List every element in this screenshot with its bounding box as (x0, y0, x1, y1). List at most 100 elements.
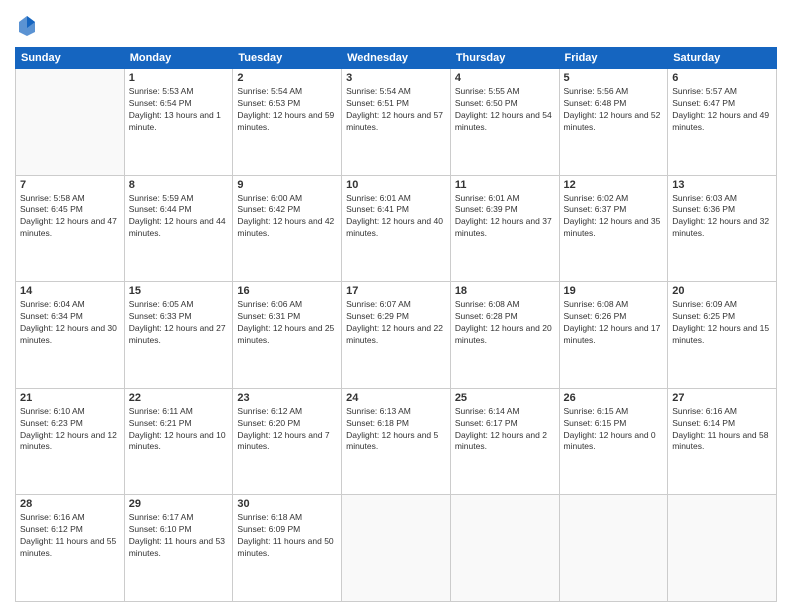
day-info: Sunrise: 6:16 AMSunset: 6:14 PMDaylight:… (672, 406, 772, 454)
calendar-cell: 8 Sunrise: 5:59 AMSunset: 6:44 PMDaylight… (124, 175, 233, 282)
calendar-week-row: 1 Sunrise: 5:53 AMSunset: 6:54 PMDaylight… (16, 69, 777, 176)
day-number: 7 (20, 179, 120, 191)
calendar-cell: 24Sunrise: 6:13 AMSunset: 6:18 PMDayligh… (342, 388, 451, 495)
logo (15, 14, 37, 41)
calendar-header-row: SundayMondayTuesdayWednesdayThursdayFrid… (16, 48, 777, 69)
calendar-cell: 28Sunrise: 6:16 AMSunset: 6:12 PMDayligh… (16, 495, 125, 602)
calendar-cell (668, 495, 777, 602)
day-number: 10 (346, 179, 446, 191)
calendar-table: SundayMondayTuesdayWednesdayThursdayFrid… (15, 47, 777, 602)
day-info: Sunrise: 6:01 AMSunset: 6:39 PMDaylight:… (455, 193, 555, 241)
day-info: Sunrise: 5:53 AMSunset: 6:54 PMDaylight:… (129, 86, 229, 134)
calendar-cell (450, 495, 559, 602)
day-info: Sunrise: 6:03 AMSunset: 6:36 PMDaylight:… (672, 193, 772, 241)
calendar-cell: 12 Sunrise: 6:02 AMSunset: 6:37 PMDayligh… (559, 175, 668, 282)
day-info: Sunrise: 6:09 AMSunset: 6:25 PMDaylight:… (672, 299, 772, 347)
logo-icon (17, 14, 37, 36)
day-number: 30 (237, 498, 337, 510)
day-info: Sunrise: 6:08 AMSunset: 6:28 PMDaylight:… (455, 299, 555, 347)
calendar-cell: 26 Sunrise: 6:15 AMSunset: 6:15 PMDayligh… (559, 388, 668, 495)
day-number: 1 (129, 72, 229, 84)
day-number: 5 (564, 72, 664, 84)
calendar-cell: 19 Sunrise: 6:08 AMSunset: 6:26 PMDayligh… (559, 282, 668, 389)
day-info: Sunrise: 5:54 AMSunset: 6:51 PMDaylight:… (346, 86, 446, 134)
day-info: Sunrise: 5:54 AMSunset: 6:53 PMDaylight:… (237, 86, 337, 134)
day-number: 29 (129, 498, 229, 510)
day-header-wednesday: Wednesday (342, 48, 451, 69)
calendar-cell: 1 Sunrise: 5:53 AMSunset: 6:54 PMDaylight… (124, 69, 233, 176)
calendar-cell: 27 Sunrise: 6:16 AMSunset: 6:14 PMDayligh… (668, 388, 777, 495)
day-number: 19 (564, 285, 664, 297)
day-number: 16 (237, 285, 337, 297)
calendar-cell: 5 Sunrise: 5:56 AMSunset: 6:48 PMDaylight… (559, 69, 668, 176)
day-info: Sunrise: 5:58 AMSunset: 6:45 PMDaylight:… (20, 193, 120, 241)
calendar-cell: 10 Sunrise: 6:01 AMSunset: 6:41 PMDayligh… (342, 175, 451, 282)
day-info: Sunrise: 6:06 AMSunset: 6:31 PMDaylight:… (237, 299, 337, 347)
calendar-cell: 6 Sunrise: 5:57 AMSunset: 6:47 PMDaylight… (668, 69, 777, 176)
day-header-saturday: Saturday (668, 48, 777, 69)
day-number: 20 (672, 285, 772, 297)
day-number: 18 (455, 285, 555, 297)
calendar-cell: 18 Sunrise: 6:08 AMSunset: 6:28 PMDayligh… (450, 282, 559, 389)
calendar-cell: 17 Sunrise: 6:07 AMSunset: 6:29 PMDayligh… (342, 282, 451, 389)
calendar-cell: 16 Sunrise: 6:06 AMSunset: 6:31 PMDayligh… (233, 282, 342, 389)
day-info: Sunrise: 6:13 AMSunset: 6:18 PMDaylight:… (346, 406, 446, 454)
calendar-cell (342, 495, 451, 602)
calendar-cell: 9Sunrise: 6:00 AMSunset: 6:42 PMDaylight… (233, 175, 342, 282)
calendar-cell: 30 Sunrise: 6:18 AMSunset: 6:09 PMDayligh… (233, 495, 342, 602)
calendar-cell: 20 Sunrise: 6:09 AMSunset: 6:25 PMDayligh… (668, 282, 777, 389)
day-number: 12 (564, 179, 664, 191)
day-info: Sunrise: 5:56 AMSunset: 6:48 PMDaylight:… (564, 86, 664, 134)
day-info: Sunrise: 6:18 AMSunset: 6:09 PMDaylight:… (237, 512, 337, 560)
calendar-cell: 7 Sunrise: 5:58 AMSunset: 6:45 PMDaylight… (16, 175, 125, 282)
calendar-cell: 15 Sunrise: 6:05 AMSunset: 6:33 PMDayligh… (124, 282, 233, 389)
calendar-cell: 25Sunrise: 6:14 AMSunset: 6:17 PMDayligh… (450, 388, 559, 495)
calendar-cell: 29 Sunrise: 6:17 AMSunset: 6:10 PMDayligh… (124, 495, 233, 602)
calendar-cell: 21 Sunrise: 6:10 AMSunset: 6:23 PMDayligh… (16, 388, 125, 495)
calendar-cell: 11Sunrise: 6:01 AMSunset: 6:39 PMDayligh… (450, 175, 559, 282)
day-number: 3 (346, 72, 446, 84)
day-number: 22 (129, 392, 229, 404)
day-info: Sunrise: 6:01 AMSunset: 6:41 PMDaylight:… (346, 193, 446, 241)
day-info: Sunrise: 6:14 AMSunset: 6:17 PMDaylight:… (455, 406, 555, 454)
day-info: Sunrise: 5:57 AMSunset: 6:47 PMDaylight:… (672, 86, 772, 134)
calendar-cell: 2 Sunrise: 5:54 AMSunset: 6:53 PMDaylight… (233, 69, 342, 176)
calendar-week-row: 7 Sunrise: 5:58 AMSunset: 6:45 PMDaylight… (16, 175, 777, 282)
day-header-friday: Friday (559, 48, 668, 69)
calendar-cell: 14Sunrise: 6:04 AMSunset: 6:34 PMDayligh… (16, 282, 125, 389)
day-number: 23 (237, 392, 337, 404)
calendar-cell (16, 69, 125, 176)
day-info: Sunrise: 6:02 AMSunset: 6:37 PMDaylight:… (564, 193, 664, 241)
day-number: 26 (564, 392, 664, 404)
day-info: Sunrise: 5:59 AMSunset: 6:44 PMDaylight:… (129, 193, 229, 241)
day-info: Sunrise: 6:12 AMSunset: 6:20 PMDaylight:… (237, 406, 337, 454)
day-number: 28 (20, 498, 120, 510)
day-info: Sunrise: 6:00 AMSunset: 6:42 PMDaylight:… (237, 193, 337, 241)
day-info: Sunrise: 6:08 AMSunset: 6:26 PMDaylight:… (564, 299, 664, 347)
calendar-week-row: 21 Sunrise: 6:10 AMSunset: 6:23 PMDayligh… (16, 388, 777, 495)
day-number: 13 (672, 179, 772, 191)
calendar-cell: 3 Sunrise: 5:54 AMSunset: 6:51 PMDaylight… (342, 69, 451, 176)
day-info: Sunrise: 5:55 AMSunset: 6:50 PMDaylight:… (455, 86, 555, 134)
day-number: 8 (129, 179, 229, 191)
day-header-thursday: Thursday (450, 48, 559, 69)
header (15, 10, 777, 41)
day-number: 2 (237, 72, 337, 84)
calendar-page: SundayMondayTuesdayWednesdayThursdayFrid… (0, 0, 792, 612)
day-info: Sunrise: 6:04 AMSunset: 6:34 PMDaylight:… (20, 299, 120, 347)
day-number: 4 (455, 72, 555, 84)
day-info: Sunrise: 6:10 AMSunset: 6:23 PMDaylight:… (20, 406, 120, 454)
day-number: 17 (346, 285, 446, 297)
day-number: 15 (129, 285, 229, 297)
day-info: Sunrise: 6:07 AMSunset: 6:29 PMDaylight:… (346, 299, 446, 347)
day-number: 27 (672, 392, 772, 404)
calendar-cell (559, 495, 668, 602)
day-info: Sunrise: 6:15 AMSunset: 6:15 PMDaylight:… (564, 406, 664, 454)
day-number: 6 (672, 72, 772, 84)
day-header-tuesday: Tuesday (233, 48, 342, 69)
day-info: Sunrise: 6:05 AMSunset: 6:33 PMDaylight:… (129, 299, 229, 347)
day-info: Sunrise: 6:11 AMSunset: 6:21 PMDaylight:… (129, 406, 229, 454)
day-info: Sunrise: 6:17 AMSunset: 6:10 PMDaylight:… (129, 512, 229, 560)
day-number: 21 (20, 392, 120, 404)
calendar-cell: 22 Sunrise: 6:11 AMSunset: 6:21 PMDayligh… (124, 388, 233, 495)
